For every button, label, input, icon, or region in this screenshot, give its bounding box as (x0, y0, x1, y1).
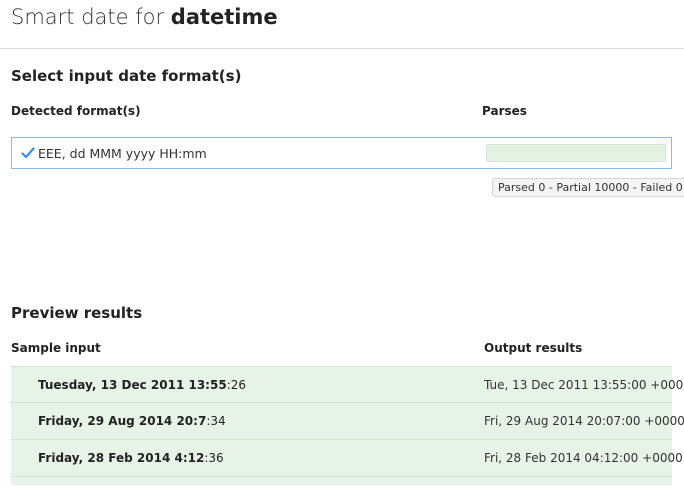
sample-matched: Tuesday, 13 Dec 2011 13:55 (38, 378, 227, 392)
output-result: Fri, 29 Aug 2014 20:07:00 +0000 (484, 414, 684, 428)
title-column-name: datetime (170, 5, 278, 29)
sample-input: Friday, 29 Aug 2014 20:7:34 (38, 414, 226, 428)
smart-date-dialog: Smart date for datetime Select input dat… (0, 0, 684, 496)
parse-progress-bar[interactable] (486, 144, 666, 162)
table-row-partial (11, 477, 672, 485)
table-row: Tuesday, 13 Dec 2011 13:55:26 Tue, 13 De… (11, 366, 684, 403)
table-row: Friday, 29 Aug 2014 20:7:34 Fri, 29 Aug … (11, 403, 684, 440)
sample-input: Tuesday, 13 Dec 2011 13:55:26 (38, 378, 246, 392)
output-results-header: Output results (484, 341, 583, 355)
sample-matched: Friday, 28 Feb 2014 4:12 (38, 451, 205, 465)
sample-input: Friday, 28 Feb 2014 4:12:36 (38, 451, 224, 465)
sample-unmatched: :36 (204, 451, 224, 465)
detected-formats-header: Detected format(s) (11, 104, 141, 118)
preview-table: Tuesday, 13 Dec 2011 13:55:26 Tue, 13 De… (11, 366, 684, 485)
preview-results-heading: Preview results (11, 304, 143, 322)
parses-header: Parses (482, 104, 527, 118)
checkmark-icon[interactable] (21, 147, 35, 159)
dialog-title: Smart date for datetime (11, 5, 278, 29)
select-format-heading: Select input date format(s) (11, 67, 242, 85)
table-row: Friday, 28 Feb 2014 4:12:36 Fri, 28 Feb … (11, 440, 683, 477)
sample-input-header: Sample input (11, 341, 101, 355)
output-result: Fri, 28 Feb 2014 04:12:00 +0000 (484, 451, 683, 465)
title-prefix: Smart date for (11, 5, 171, 29)
format-row[interactable]: EEE, dd MMM yyyy HH:mm (11, 137, 672, 169)
sample-unmatched: :26 (226, 378, 246, 392)
parse-stats-tooltip: Parsed 0 - Partial 10000 - Failed 0 (492, 178, 684, 197)
output-result: Tue, 13 Dec 2011 13:55:00 +0000 (484, 378, 684, 392)
sample-unmatched: :34 (206, 414, 226, 428)
sample-matched: Friday, 29 Aug 2014 20:7 (38, 414, 207, 428)
dialog-header: Smart date for datetime (0, 0, 684, 49)
format-label: EEE, dd MMM yyyy HH:mm (38, 146, 207, 161)
